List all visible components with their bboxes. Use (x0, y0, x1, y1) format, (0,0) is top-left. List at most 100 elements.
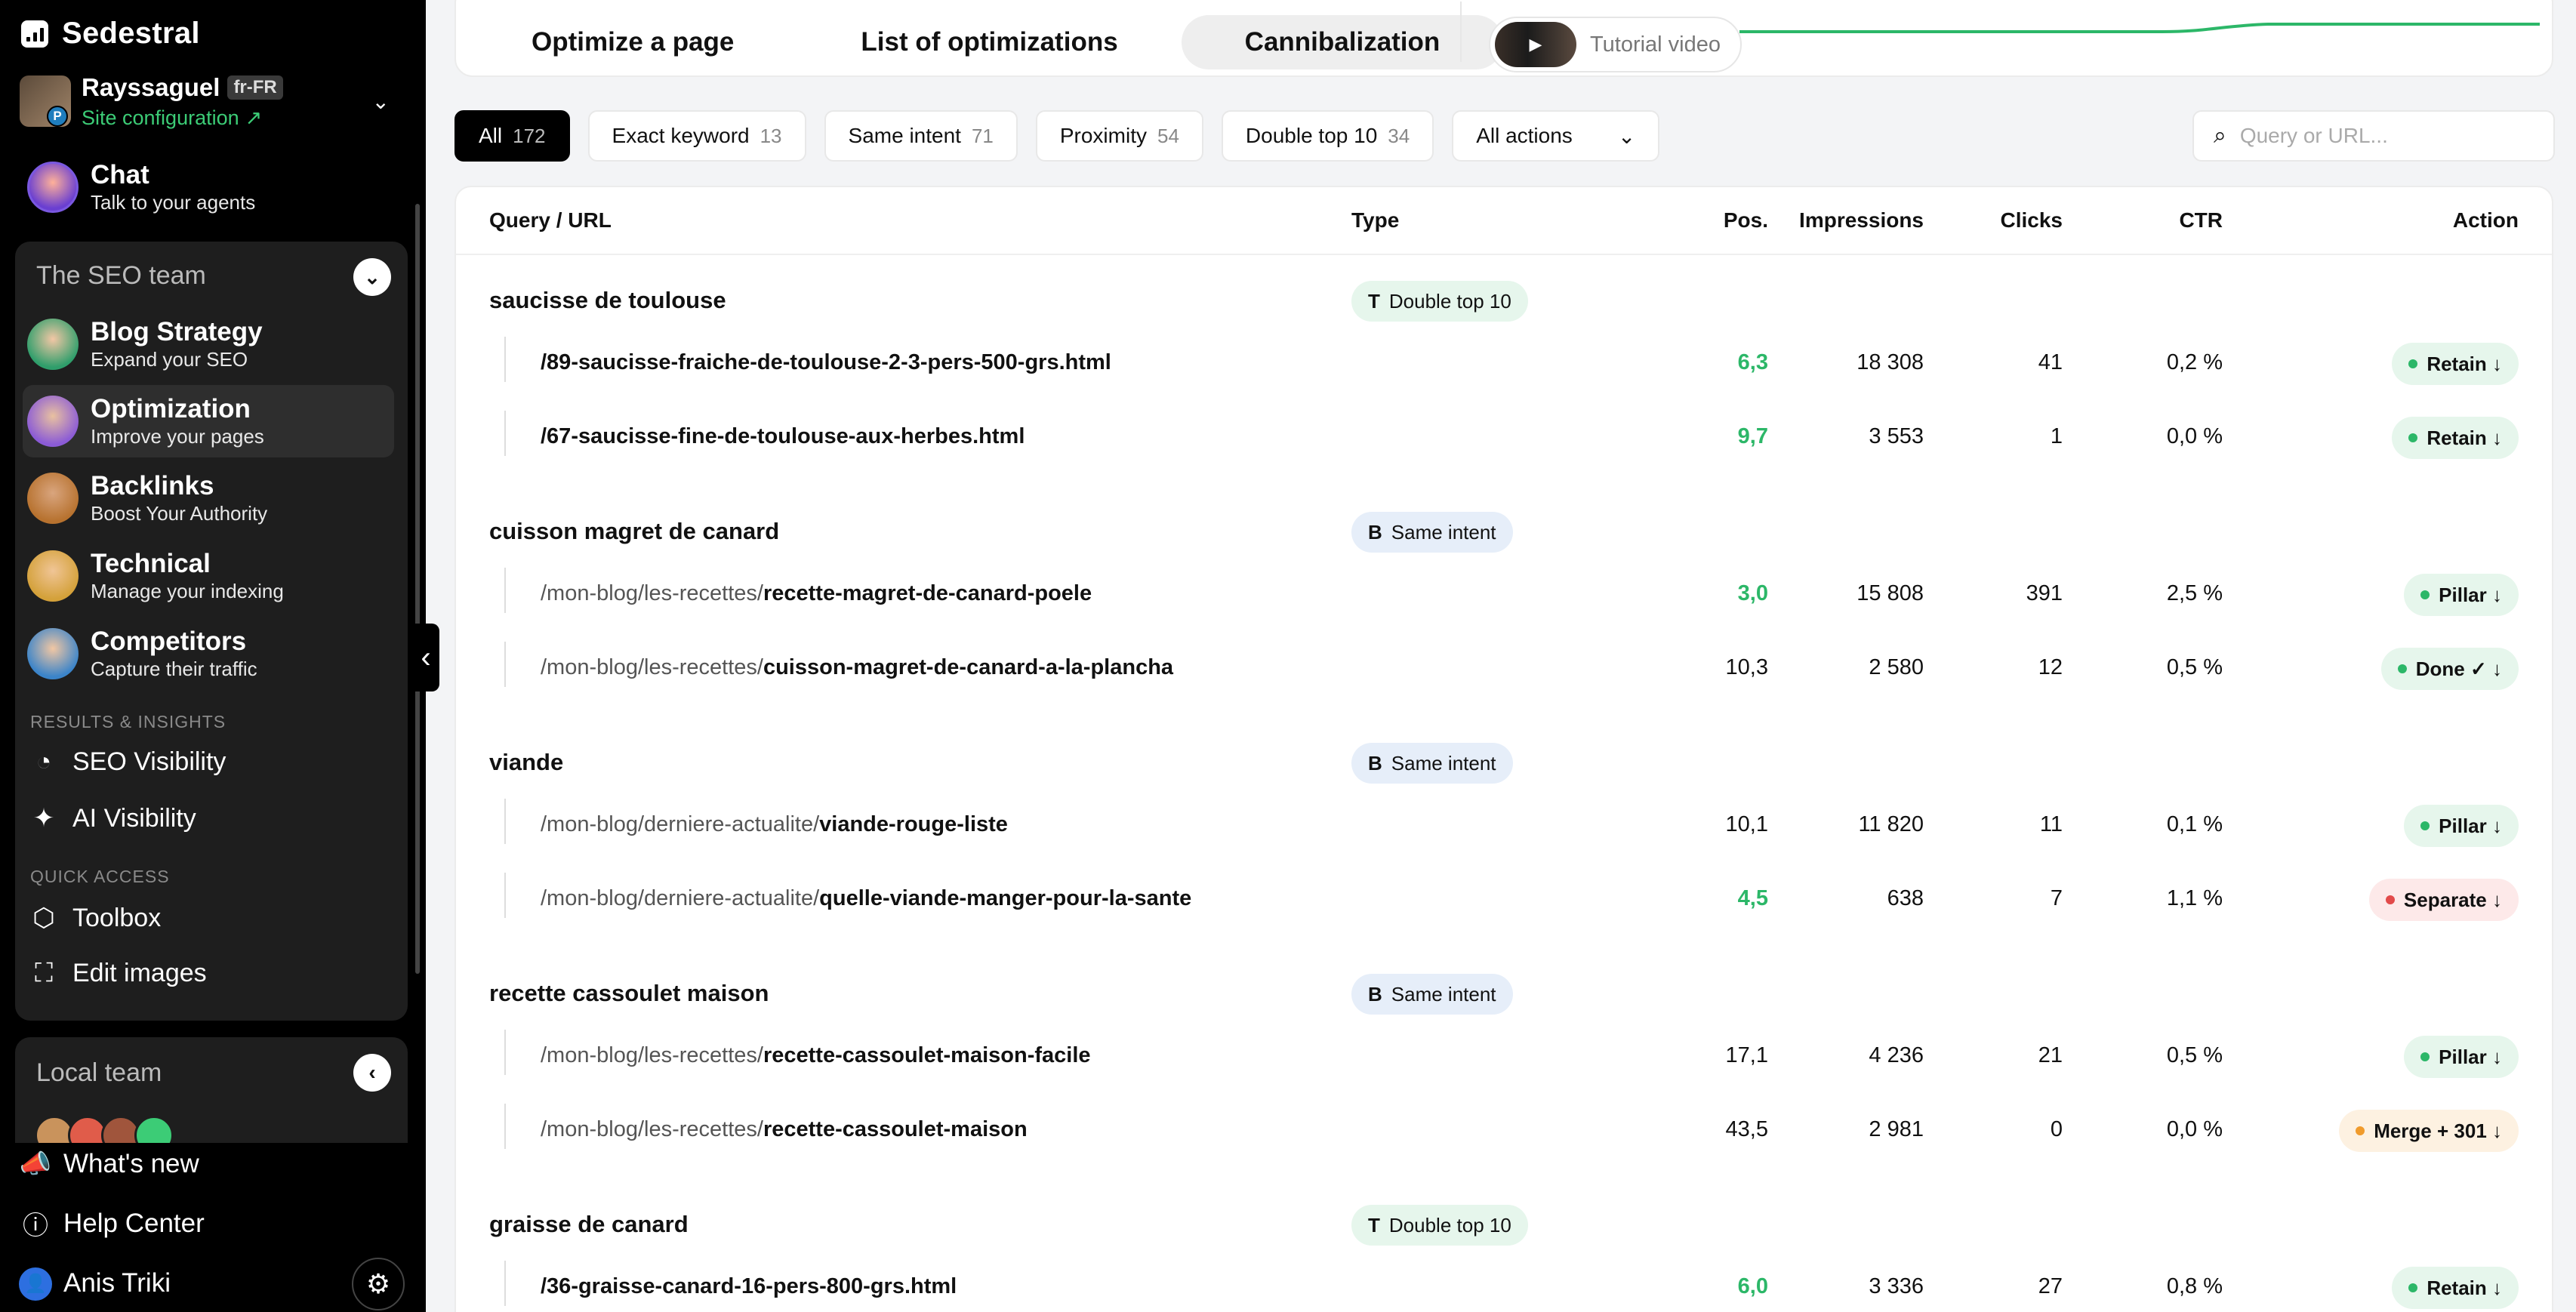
action-button[interactable]: Pillar ↓ (2404, 805, 2519, 847)
cell-impressions: 638 (1887, 886, 1924, 910)
table-row-url[interactable]: /67-saucisse-fine-de-toulouse-aux-herbes… (541, 424, 1025, 449)
filter-exact-keyword[interactable]: Exact keyword 13 (587, 110, 806, 162)
tab-list-optimizations[interactable]: List of optimizations (797, 15, 1181, 69)
url-slug: /36-graisse-canard-16-pers-800-grs.html (541, 1274, 957, 1298)
search-input[interactable] (2239, 124, 2542, 148)
sidebar-item-technical[interactable]: Technical Manage your indexing (23, 540, 394, 612)
tab-cannibalization[interactable]: Cannibalization (1181, 15, 1504, 69)
site-switcher[interactable]: P Rayssaguel fr-FR Site configuration ↗ … (20, 71, 405, 131)
action-button[interactable]: Done ✓ ↓ (2380, 648, 2519, 690)
type-badge-label: Double top 10 (1388, 1213, 1511, 1237)
table-row-url[interactable]: /mon-blog/les-recettes/recette-magret-de… (541, 581, 1092, 606)
tree-line (504, 1104, 506, 1149)
group-query[interactable]: saucisse de toulouse (489, 287, 726, 314)
seo-team-collapse-button[interactable]: ⌄ (353, 258, 391, 296)
group-query[interactable]: viande (489, 749, 563, 776)
site-configuration-link[interactable]: Site configuration ↗ (82, 106, 283, 130)
header-ctr[interactable]: CTR (2179, 208, 2223, 233)
url-slug: viande-rouge-liste (819, 812, 1008, 836)
url-prefix: /mon-blog/les-recettes/ (541, 581, 763, 605)
cell-pos: 6,0 (1737, 1274, 1768, 1298)
table-row-url[interactable]: /36-graisse-canard-16-pers-800-grs.html (541, 1274, 957, 1299)
settings-button[interactable]: ⚙ (352, 1258, 405, 1310)
type-badge-label: Same intent (1391, 982, 1496, 1006)
sidebar-collapse-handle[interactable]: ‹ (412, 624, 439, 691)
cube-icon: ⬡ (32, 904, 55, 932)
tutorial-video-button[interactable]: ▶ Tutorial video (1489, 17, 1742, 72)
header-impressions[interactable]: Impressions (1799, 208, 1924, 233)
local-team-expand-button[interactable]: ‹ (353, 1054, 391, 1092)
nav-label: Toolbox (72, 903, 162, 932)
main-content: Optimize a page List of optimizations Ca… (426, 0, 2576, 1312)
filter-all[interactable]: All 172 (454, 110, 570, 162)
type-badge: B Same intent (1351, 512, 1513, 553)
cell-pos: 43,5 (1725, 1117, 1768, 1141)
sidebar-item-optimization[interactable]: Optimization Improve your pages (23, 385, 394, 457)
action-button[interactable]: Pillar ↓ (2404, 1036, 2519, 1078)
user-profile[interactable]: 👤 Anis Triki (18, 1267, 171, 1301)
brand-name: Sedestral (62, 17, 200, 50)
tree-line (504, 568, 506, 613)
agent-subtitle: Expand your SEO (91, 347, 248, 371)
group-query[interactable]: graisse de canard (489, 1211, 689, 1238)
cell-ctr: 0,0 % (2166, 1117, 2223, 1141)
action-button[interactable]: Pillar ↓ (2404, 574, 2519, 616)
sidebar-scrollbar[interactable] (415, 204, 420, 974)
help-center-link[interactable]: ⓘ Help Center (18, 1205, 205, 1242)
agent-title: Competitors (91, 627, 247, 657)
header-pos[interactable]: Pos. (1724, 208, 1768, 233)
cell-ctr: 1,1 % (2166, 886, 2223, 910)
sidebar-item-backlinks[interactable]: Backlinks Boost Your Authority (23, 462, 394, 534)
action-button[interactable]: Merge + 301 ↓ (2339, 1110, 2519, 1152)
tree-line (504, 337, 506, 382)
site-avatar: P (20, 75, 71, 127)
competitors-avatar (27, 628, 79, 679)
table-row-url[interactable]: /89-saucisse-fraiche-de-toulouse-2-3-per… (541, 350, 1111, 375)
table-row-url[interactable]: /mon-blog/les-recettes/recette-cassoulet… (541, 1043, 1091, 1068)
action-button[interactable]: Retain ↓ (2392, 1267, 2519, 1309)
table-row-url[interactable]: /mon-blog/les-recettes/cuisson-magret-de… (541, 655, 1173, 680)
whats-new-link[interactable]: 📣 What's new (18, 1149, 199, 1179)
url-slug: /89-saucisse-fraiche-de-toulouse-2-3-per… (541, 350, 1111, 374)
sidebar-item-seo-visibility[interactable]: ◔ SEO Visibility (29, 747, 226, 777)
agent-subtitle: Capture their traffic (91, 657, 257, 680)
sidebar-item-ai-visibility[interactable]: ✦ AI Visibility (29, 803, 196, 833)
search-box[interactable]: ⌕ (2192, 110, 2555, 162)
cell-ctr: 2,5 % (2166, 581, 2223, 605)
action-button[interactable]: Retain ↓ (2392, 343, 2519, 385)
group-query[interactable]: cuisson magret de canard (489, 518, 779, 545)
top-bar: Optimize a page List of optimizations Ca… (454, 0, 2553, 77)
header-clicks[interactable]: Clicks (2001, 208, 2063, 233)
brand[interactable]: Sedestral (21, 17, 200, 51)
group-query[interactable]: recette cassoulet maison (489, 980, 769, 1007)
table-row-url[interactable]: /mon-blog/derniere-actualite/viande-roug… (541, 812, 1008, 837)
table-row-url[interactable]: /mon-blog/derniere-actualite/quelle-vian… (541, 886, 1191, 911)
cell-pos: 10,1 (1725, 812, 1768, 836)
header-type[interactable]: Type (1351, 208, 1399, 233)
sidebar-item-edit-images[interactable]: ⛶ Edit images (29, 959, 207, 988)
chevron-down-icon[interactable]: ⌄ (372, 89, 390, 114)
table-row-url[interactable]: /mon-blog/les-recettes/recette-cassoulet… (541, 1117, 1028, 1142)
chat-subtitle: Talk to your agents (91, 190, 256, 214)
cell-ctr: 0,5 % (2166, 1043, 2223, 1067)
filter-proximity[interactable]: Proximity 54 (1035, 110, 1203, 162)
sidebar-item-competitors[interactable]: Competitors Capture their traffic (23, 618, 394, 690)
filter-double-top-10[interactable]: Double top 10 34 (1221, 110, 1434, 162)
divider (1460, 2, 1462, 62)
type-badge-letter: B (1368, 520, 1382, 544)
tab-optimize-page[interactable]: Optimize a page (468, 15, 797, 69)
cell-ctr: 0,1 % (2166, 812, 2223, 836)
header-query[interactable]: Query / URL (489, 208, 612, 233)
action-button[interactable]: Separate ↓ (2368, 879, 2519, 921)
actions-select[interactable]: All actions ⌄ (1452, 110, 1660, 162)
action-button[interactable]: Retain ↓ (2392, 417, 2519, 459)
megaphone-icon: 📣 (19, 1150, 52, 1178)
sidebar-item-blog-strategy[interactable]: Blog Strategy Expand your SEO (23, 308, 394, 380)
action-label: Pillar ↓ (2439, 814, 2502, 837)
cell-pos: 9,7 (1737, 424, 1768, 448)
chat-agent[interactable]: Chat Talk to your agents (23, 151, 394, 223)
filter-same-intent[interactable]: Same intent 71 (824, 110, 1018, 162)
sidebar-item-toolbox[interactable]: ⬡ Toolbox (29, 903, 161, 933)
cell-clicks: 11 (2039, 812, 2063, 836)
actions-select-label: All actions (1476, 124, 1573, 147)
